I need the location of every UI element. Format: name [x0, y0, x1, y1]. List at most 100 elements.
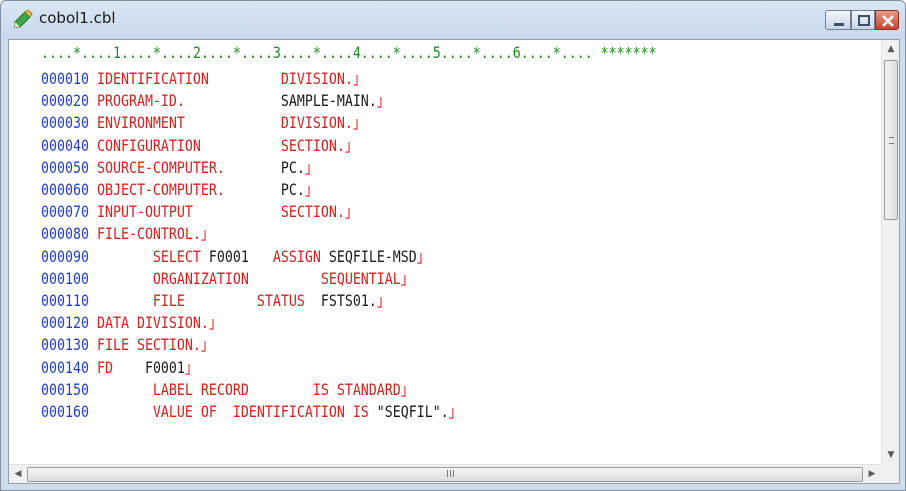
line-end-marker: 」 — [400, 379, 415, 399]
line-number: 000160 — [41, 402, 89, 421]
window-title: cobol1.cbl — [39, 9, 116, 27]
code-token: F0001 — [208, 246, 273, 266]
code-line[interactable]: 000130 FILE SECTION.」 — [41, 331, 215, 355]
code-token: PC. — [280, 180, 305, 199]
line-end-marker: 」 — [352, 113, 367, 133]
line-end-marker: 」 — [304, 180, 319, 199]
code-editor[interactable]: ....*....1....*....2....*....3....*....4… — [9, 40, 881, 464]
line-number: 000050 — [41, 157, 89, 177]
line-number: 000130 — [41, 335, 89, 355]
code-line[interactable]: 000080 FILE-CONTROL.」 — [41, 220, 215, 244]
line-end-marker: 」 — [208, 313, 223, 333]
line-number: 000120 — [41, 313, 89, 333]
line-number: 000140 — [41, 357, 89, 377]
line-number: 000110 — [41, 291, 89, 310]
line-number: 000090 — [41, 246, 89, 266]
code-token: ASSIGN — [272, 246, 329, 266]
code-token: FSTS01. — [320, 291, 377, 310]
code-line[interactable]: 000040 CONFIGURATION SECTION.」 — [41, 132, 359, 155]
column-ruler: ....*....1....*....2....*....3....*....4… — [41, 43, 657, 62]
vertical-grip-icon — [889, 137, 894, 144]
code-token: SEQFILE-MSD — [328, 246, 417, 266]
code-token: IDENTIFICATION — [88, 69, 281, 88]
horizontal-grip-icon: III — [446, 469, 455, 480]
scroll-up-icon[interactable]: ▲ — [882, 40, 900, 58]
code-token: FILE-CONTROL. — [88, 224, 201, 244]
code-token: "SEQFIL". — [376, 402, 449, 421]
scroll-right-icon[interactable]: ▶ — [863, 465, 881, 484]
line-number: 000150 — [41, 379, 89, 399]
code-token: ORGANIZATION SEQUENTIAL — [88, 268, 401, 288]
code-token: SECTION. — [280, 135, 345, 155]
scroll-down-icon[interactable]: ▼ — [882, 446, 900, 464]
line-number: 000020 — [41, 91, 89, 111]
code-token: SAMPLE-MAIN. — [280, 91, 377, 111]
line-end-marker: 」 — [376, 291, 391, 310]
line-number: 000070 — [41, 202, 89, 222]
line-end-marker: 」 — [200, 224, 215, 244]
line-end-marker: 」 — [352, 69, 367, 88]
scroll-left-icon[interactable]: ◀ — [9, 465, 27, 484]
line-number: 000030 — [41, 113, 89, 133]
title-bar[interactable]: cobol1.cbl — [1, 1, 905, 39]
horizontal-scroll-thumb[interactable]: III — [27, 467, 863, 482]
code-line[interactable]: 000150 LABEL RECORD IS STANDARD」 — [41, 376, 415, 399]
code-line[interactable]: 000160 VALUE OF IDENTIFICATION IS "SEQFI… — [41, 398, 463, 421]
code-token: SECTION. — [280, 202, 345, 222]
code-token: DIVISION. — [280, 113, 353, 133]
code-token: ENVIRONMENT — [88, 113, 281, 133]
vertical-scroll-thumb[interactable] — [884, 60, 898, 220]
close-icon — [882, 15, 894, 27]
line-number: 000010 — [41, 69, 89, 88]
code-line[interactable]: 000120 DATA DIVISION.」 — [41, 309, 223, 333]
pencil-edit-icon — [14, 10, 33, 28]
horizontal-scrollbar[interactable]: ◀ III ▶ — [9, 464, 881, 483]
code-token: FILE SECTION. — [88, 335, 201, 355]
code-line[interactable]: 000030 ENVIRONMENT DIVISION.」 — [41, 109, 367, 133]
code-token: DIVISION. — [280, 69, 353, 88]
editor-window: cobol1.cbl ....*....1....*....2....*....… — [0, 0, 906, 491]
line-end-marker: 」 — [200, 335, 215, 355]
code-token: DATA DIVISION. — [88, 313, 209, 333]
code-line[interactable]: 000090 SELECT F0001 ASSIGN SEQFILE-MSD」 — [41, 243, 431, 266]
code-token: SOURCE-COMPUTER. — [88, 157, 281, 177]
code-line[interactable]: 000050 SOURCE-COMPUTER. PC.」 — [41, 154, 319, 177]
line-end-marker: 」 — [400, 268, 415, 288]
code-token: FD — [88, 357, 145, 377]
code-line[interactable]: 000140 FD F0001」 — [41, 354, 199, 377]
code-token: VALUE OF IDENTIFICATION IS — [88, 402, 377, 421]
code-line[interactable]: 000020 PROGRAM-ID. SAMPLE-MAIN.」 — [41, 87, 391, 111]
code-line[interactable]: 000010 IDENTIFICATION DIVISION.」 — [41, 65, 367, 88]
line-number: 000060 — [41, 180, 89, 199]
code-token: F0001 — [144, 357, 185, 377]
line-end-marker: 」 — [304, 157, 319, 177]
line-end-marker: 」 — [448, 402, 463, 421]
line-number: 000080 — [41, 224, 89, 244]
code-token: PROGRAM-ID. — [88, 91, 281, 111]
line-end-marker: 」 — [344, 202, 359, 222]
vertical-scrollbar[interactable]: ▲ ▼ — [881, 40, 899, 464]
size-grip[interactable] — [881, 464, 899, 483]
minimize-button[interactable] — [825, 10, 851, 30]
code-token: FILE STATUS — [88, 291, 321, 310]
code-line[interactable]: 000110 FILE STATUS FSTS01.」 — [41, 287, 391, 310]
line-end-marker: 」 — [344, 135, 359, 155]
code-token: LABEL RECORD IS STANDARD — [88, 379, 401, 399]
maximize-button[interactable] — [851, 10, 875, 30]
code-token: PC. — [280, 157, 305, 177]
code-token: OBJECT-COMPUTER. — [88, 180, 281, 199]
line-end-marker: 」 — [184, 357, 199, 377]
minimize-icon — [834, 23, 844, 26]
code-token: SELECT — [88, 246, 209, 266]
code-line[interactable]: 000100 ORGANIZATION SEQUENTIAL」 — [41, 265, 415, 288]
maximize-icon — [858, 15, 870, 26]
line-end-marker: 」 — [416, 246, 431, 266]
line-number: 000040 — [41, 135, 89, 155]
close-button[interactable] — [875, 10, 899, 30]
code-line[interactable]: 000070 INPUT-OUTPUT SECTION.」 — [41, 198, 359, 222]
line-number: 000100 — [41, 268, 89, 288]
editor-client-area[interactable]: ....*....1....*....2....*....3....*....4… — [8, 39, 900, 484]
line-end-marker: 」 — [376, 91, 391, 111]
code-token: CONFIGURATION — [88, 135, 281, 155]
code-line[interactable]: 000060 OBJECT-COMPUTER. PC.」 — [41, 176, 319, 199]
